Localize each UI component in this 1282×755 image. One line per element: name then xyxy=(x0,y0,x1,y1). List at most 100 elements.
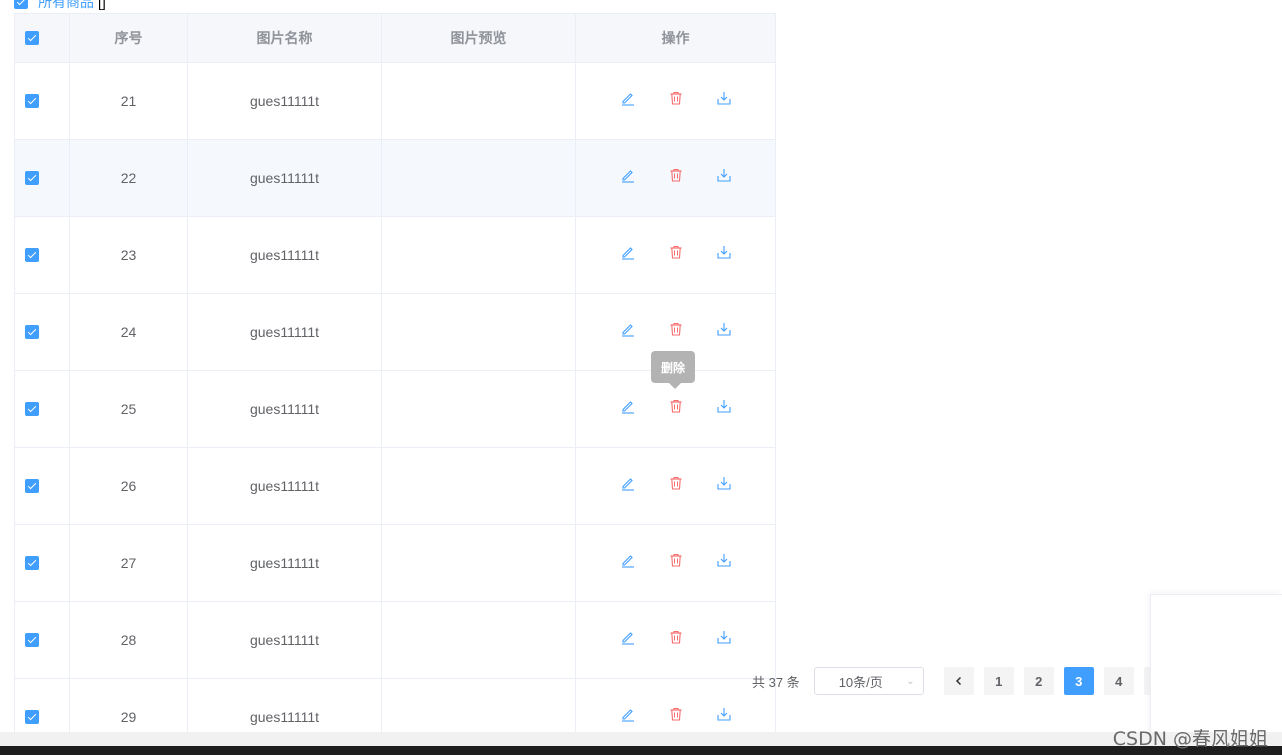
edit-button[interactable] xyxy=(604,167,652,183)
download-button[interactable] xyxy=(700,244,748,260)
delete-button[interactable] xyxy=(652,244,700,260)
row-actions xyxy=(576,63,775,139)
delete-button[interactable] xyxy=(652,90,700,106)
download-icon xyxy=(716,169,731,182)
header-checkbox[interactable] xyxy=(25,31,39,45)
edit-button[interactable] xyxy=(604,90,652,106)
row-image-preview xyxy=(382,371,576,447)
download-button[interactable] xyxy=(700,167,748,183)
edit-button[interactable] xyxy=(604,629,652,645)
table-row[interactable]: 26 gues11111t xyxy=(15,448,775,525)
download-icon xyxy=(716,477,731,490)
download-button[interactable] xyxy=(700,629,748,645)
select-all-label[interactable]: 所有商品 xyxy=(38,0,94,12)
table-row[interactable]: 21 gues11111t xyxy=(15,63,775,140)
select-all-goods[interactable]: 所有商品 [] xyxy=(14,0,106,10)
table-body: 21 gues11111t 22 gues11111t 23 gues11111t 24 gu… xyxy=(15,63,775,755)
download-icon xyxy=(716,92,731,105)
delete-button[interactable] xyxy=(652,706,700,722)
delete-button[interactable] xyxy=(652,629,700,645)
selected-list-text: [] xyxy=(98,0,106,10)
row-image-preview xyxy=(382,294,576,370)
page-size-value: 10条/页 xyxy=(838,674,883,690)
row-checkbox-cell[interactable] xyxy=(15,371,70,447)
row-actions xyxy=(576,217,775,293)
row-index: 27 xyxy=(70,525,188,601)
table-row[interactable]: 28 gues11111t xyxy=(15,602,775,679)
row-checkbox[interactable] xyxy=(25,479,39,493)
chevron-down-icon: ⌄ xyxy=(906,675,915,687)
watermark: CSDN @春风姐姐 xyxy=(1112,728,1268,750)
download-icon xyxy=(716,323,731,336)
row-checkbox-cell[interactable] xyxy=(15,140,70,216)
row-actions xyxy=(576,602,775,678)
row-actions xyxy=(576,448,775,524)
page-size-select[interactable]: 10条/页 ⌄ xyxy=(813,667,924,695)
edit-button[interactable] xyxy=(604,706,652,722)
row-image-preview xyxy=(382,63,576,139)
table-row[interactable]: 23 gues11111t xyxy=(15,217,775,294)
delete-icon xyxy=(670,630,681,644)
delete-button[interactable] xyxy=(652,552,700,568)
header-checkbox-cell[interactable] xyxy=(15,14,70,62)
delete-button[interactable] xyxy=(652,398,700,414)
table-row[interactable]: 27 gues11111t xyxy=(15,525,775,602)
delete-icon xyxy=(670,322,681,336)
edit-icon xyxy=(621,93,634,106)
row-index: 23 xyxy=(70,217,188,293)
download-icon xyxy=(716,554,731,567)
edit-button[interactable] xyxy=(604,398,652,414)
row-image-name: gues11111t xyxy=(188,140,382,216)
row-checkbox[interactable] xyxy=(25,248,39,262)
prev-page-button[interactable] xyxy=(943,667,974,695)
row-checkbox[interactable] xyxy=(25,710,39,724)
taskbar xyxy=(0,746,1282,755)
row-checkbox-cell[interactable] xyxy=(15,525,70,601)
delete-tooltip: 删除 xyxy=(651,351,695,389)
row-checkbox[interactable] xyxy=(25,556,39,570)
page-button-2[interactable]: 2 xyxy=(1023,667,1054,695)
download-button[interactable] xyxy=(700,90,748,106)
total-count: 共 37 条 xyxy=(752,674,800,690)
row-checkbox-cell[interactable] xyxy=(15,294,70,370)
horizontal-scrollbar[interactable] xyxy=(0,732,1282,746)
download-button[interactable] xyxy=(700,398,748,414)
row-checkbox-cell[interactable] xyxy=(15,448,70,524)
header-actions: 操作 xyxy=(661,30,690,46)
row-index: 24 xyxy=(70,294,188,370)
page-button-1[interactable]: 1 xyxy=(983,667,1014,695)
row-checkbox-cell[interactable] xyxy=(15,63,70,139)
row-checkbox[interactable] xyxy=(25,94,39,108)
download-button[interactable] xyxy=(700,475,748,491)
delete-button[interactable] xyxy=(652,321,700,337)
download-button[interactable] xyxy=(700,706,748,722)
row-checkbox[interactable] xyxy=(25,171,39,185)
delete-icon xyxy=(670,707,681,721)
download-icon xyxy=(716,400,731,413)
row-image-preview xyxy=(382,602,576,678)
row-actions xyxy=(576,140,775,216)
edit-button[interactable] xyxy=(604,321,652,337)
chevron-left-icon xyxy=(955,676,961,686)
image-table: 序号 图片名称 图片预览 操作 21 gues11111t 22 gues11111t… xyxy=(14,13,776,755)
row-image-name: gues11111t xyxy=(188,602,382,678)
select-all-checkbox[interactable] xyxy=(14,0,28,9)
row-checkbox-cell[interactable] xyxy=(15,602,70,678)
delete-button[interactable] xyxy=(652,167,700,183)
row-index: 28 xyxy=(70,602,188,678)
page-button-4[interactable]: 4 xyxy=(1103,667,1134,695)
row-checkbox[interactable] xyxy=(25,633,39,647)
row-checkbox[interactable] xyxy=(25,402,39,416)
row-image-name: gues11111t xyxy=(188,63,382,139)
edit-button[interactable] xyxy=(604,244,652,260)
edit-icon xyxy=(621,401,634,414)
row-checkbox-cell[interactable] xyxy=(15,217,70,293)
page-button-3[interactable]: 3 xyxy=(1063,667,1094,695)
download-button[interactable] xyxy=(700,552,748,568)
edit-button[interactable] xyxy=(604,475,652,491)
download-button[interactable] xyxy=(700,321,748,337)
delete-button[interactable] xyxy=(652,475,700,491)
row-checkbox[interactable] xyxy=(25,325,39,339)
table-row[interactable]: 22 gues11111t xyxy=(15,140,775,217)
edit-button[interactable] xyxy=(604,552,652,568)
